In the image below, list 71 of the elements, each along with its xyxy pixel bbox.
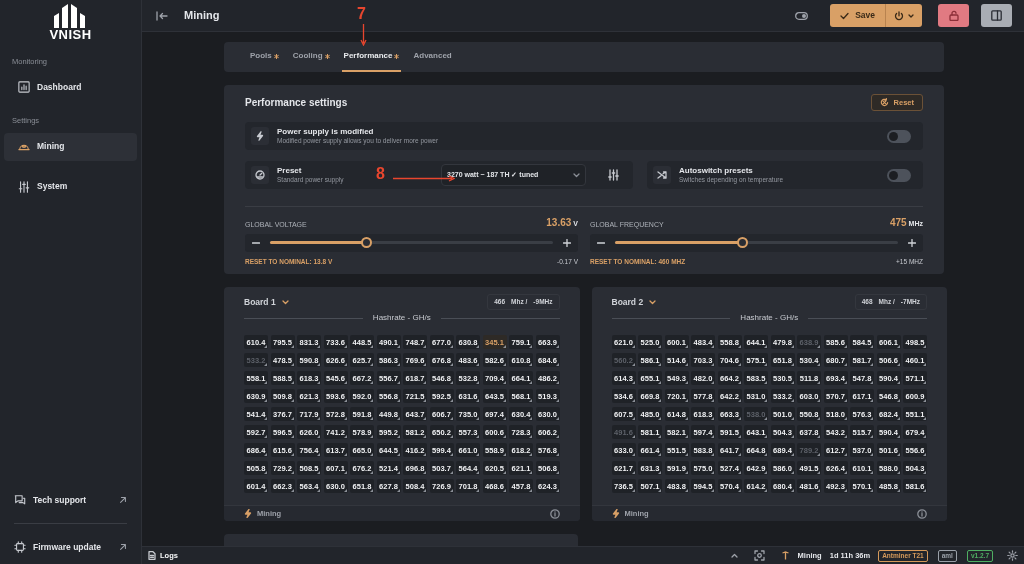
chart-title: Hashrate - GH/s [372, 312, 431, 325]
slider-value: 475 [889, 217, 907, 228]
info-icon[interactable] [917, 508, 927, 519]
sidebar-link[interactable]: Tech support [0, 487, 141, 513]
chart-title: Hashrate - GH/s [740, 312, 799, 325]
reset-icon [879, 98, 889, 107]
increase-button[interactable] [906, 236, 918, 249]
annotation-arrow [393, 175, 455, 183]
log-icon [148, 551, 156, 560]
bolt-icon [244, 509, 252, 519]
gauge-icon [255, 170, 265, 180]
chat-icon [14, 494, 26, 506]
slider-thumb[interactable] [361, 237, 373, 248]
caret-up-icon[interactable] [730, 553, 738, 558]
setting-title: Autoswitch presets [679, 166, 754, 176]
chevron-icon [573, 172, 580, 178]
chevron-icon [281, 299, 289, 305]
annotation-label: 7 [357, 6, 366, 22]
tab[interactable]: Pools [248, 42, 281, 72]
plus-icon [908, 239, 916, 248]
sidebar-item[interactable]: Mining [4, 132, 137, 161]
page-title: Mining [184, 8, 220, 24]
panel-icon [991, 10, 1002, 21]
plus-icon [563, 239, 571, 248]
increase-button[interactable] [561, 236, 573, 249]
slider-control[interactable] [245, 233, 578, 252]
sidebar-item[interactable]: Dashboard [4, 73, 137, 102]
settings-icon[interactable] [1007, 550, 1018, 561]
chip-icon [14, 541, 26, 553]
bolt-icon [255, 131, 265, 141]
board-dropdown[interactable]: Board 1 [244, 295, 289, 309]
slider-control[interactable] [590, 233, 923, 252]
modified-icon [394, 53, 400, 59]
external-link-icon [119, 496, 127, 504]
external-link-icon [119, 543, 127, 551]
section-title: Performance settings [245, 96, 348, 110]
annotation-label: 8 [376, 166, 385, 182]
caret-icon [908, 13, 914, 18]
chevron-icon [649, 299, 657, 305]
slider-thumb[interactable] [737, 237, 749, 248]
bolt-icon [611, 509, 620, 519]
collapse-icon [156, 11, 168, 22]
annotation-arrow [360, 24, 367, 46]
power-icon [894, 10, 904, 21]
tab[interactable]: Advanced [411, 42, 454, 72]
sidebar-link[interactable]: Firmware update [0, 534, 141, 560]
chart-icon [18, 81, 30, 94]
logo: VNISH [49, 28, 92, 41]
info-icon[interactable] [549, 508, 560, 519]
setting-title: Preset [277, 166, 303, 176]
tab[interactable]: Cooling [290, 42, 332, 72]
tune-icon[interactable] [608, 169, 619, 181]
panel-button[interactable] [981, 4, 1012, 27]
shuffle-icon [657, 170, 667, 180]
slider-value: 13.63 [546, 217, 572, 228]
modified-icon [324, 53, 330, 59]
setting-title: Power supply is modified [277, 127, 375, 137]
modified-icon [273, 53, 279, 59]
tab[interactable]: Performance [341, 42, 402, 72]
lock-icon [948, 10, 959, 21]
toggle-switch[interactable] [887, 129, 911, 143]
toggle-icon[interactable] [795, 11, 809, 20]
power-menu-button[interactable] [885, 4, 922, 27]
sliders-icon [18, 180, 30, 193]
board-dropdown[interactable]: Board 2 [611, 295, 657, 309]
save-button[interactable]: Save [830, 4, 885, 27]
sidebar-item[interactable]: System [4, 172, 137, 201]
scan-icon[interactable] [753, 550, 765, 561]
toggle-switch[interactable] [887, 168, 911, 182]
check-icon [840, 11, 850, 20]
lock-button[interactable] [938, 4, 969, 27]
